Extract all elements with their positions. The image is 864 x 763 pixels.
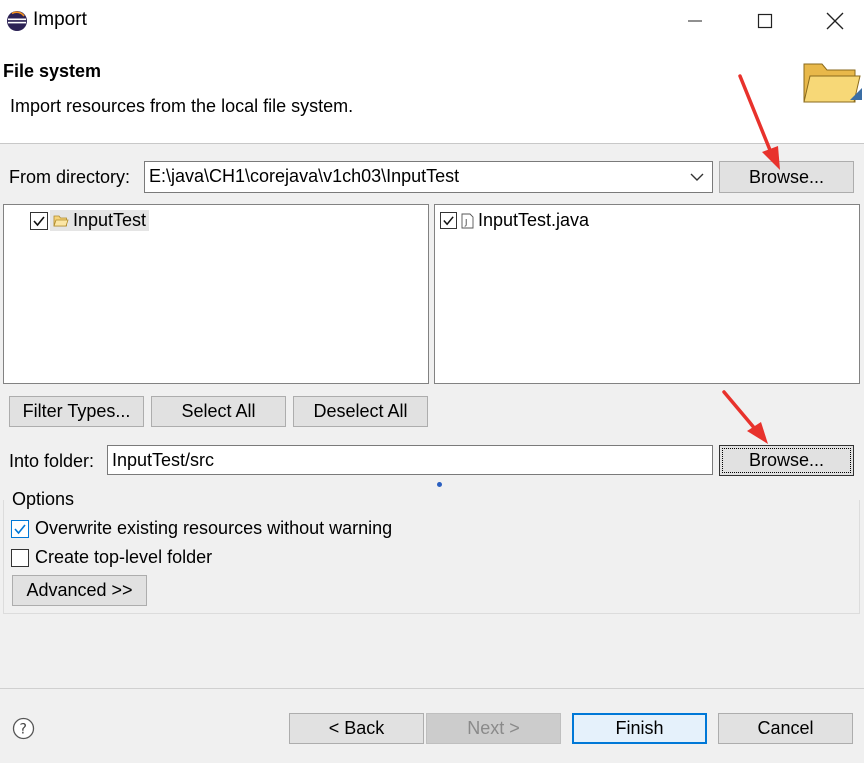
close-icon [826, 12, 844, 30]
folder-label: InputTest [73, 210, 147, 230]
maximize-button[interactable] [730, 0, 800, 42]
from-directory-combo[interactable]: E:\java\CH1\corejava\v1ch03\InputTest [144, 161, 713, 193]
filter-types-button[interactable]: Filter Types... [9, 396, 144, 427]
create-top-level-checkbox[interactable] [11, 548, 29, 567]
into-folder-label: Into folder: [9, 451, 95, 471]
into-folder-text[interactable] [108, 446, 712, 474]
checkmark-icon [443, 216, 454, 226]
folder-tree[interactable]: InputTest [3, 204, 429, 384]
from-directory-value: E:\java\CH1\corejava\v1ch03\InputTest [149, 166, 460, 186]
browse-source-button[interactable]: Browse... [719, 161, 854, 193]
browse-destination-button[interactable]: Browse... [719, 445, 854, 476]
into-folder-input[interactable] [107, 445, 713, 475]
file-label: InputTest.java [478, 210, 590, 230]
create-top-level-label: Create top-level folder [35, 547, 213, 567]
busy-indicator [437, 482, 442, 487]
options-title: Options [12, 489, 78, 510]
java-file-icon: J [461, 213, 474, 228]
close-button[interactable] [800, 0, 864, 42]
overwrite-option[interactable]: Overwrite existing resources without war… [11, 518, 392, 539]
from-directory-label: From directory: [9, 167, 131, 187]
minimize-button[interactable] [660, 0, 730, 42]
wizard-header: File system Import resources from the lo… [0, 42, 864, 144]
overwrite-label: Overwrite existing resources without war… [35, 518, 393, 538]
maximize-icon [757, 13, 773, 29]
select-all-button[interactable]: Select All [151, 396, 286, 427]
svg-text:J: J [464, 218, 467, 227]
deselect-all-button[interactable]: Deselect All [293, 396, 428, 427]
window-title: Import [33, 9, 87, 30]
checkmark-icon [14, 523, 26, 534]
annotation-arrow-destination [722, 390, 768, 444]
folder-icon [803, 63, 862, 103]
title-bar: Import [0, 0, 864, 42]
checkmark-icon [33, 215, 45, 226]
page-description: Import resources from the local file sys… [10, 96, 354, 116]
eclipse-icon [7, 11, 27, 31]
create-top-level-option[interactable]: Create top-level folder [11, 547, 212, 568]
svg-text:?: ? [20, 722, 27, 738]
file-list[interactable]: J InputTest.java [434, 204, 860, 384]
cancel-button[interactable]: Cancel [718, 713, 853, 744]
back-button[interactable]: < Back [289, 713, 424, 744]
file-checkbox[interactable] [440, 212, 457, 229]
next-button[interactable]: Next > [426, 713, 561, 744]
footer-divider [0, 688, 864, 689]
folder-checkbox[interactable] [30, 211, 48, 230]
file-list-item[interactable]: J InputTest.java [440, 210, 589, 231]
advanced-button[interactable]: Advanced >> [12, 575, 147, 606]
folder-tree-item[interactable]: InputTest [30, 210, 150, 231]
minimize-icon [688, 20, 702, 22]
open-folder-icon [53, 215, 69, 226]
overwrite-checkbox[interactable] [11, 519, 29, 538]
page-title: File system [3, 61, 102, 81]
finish-button[interactable]: Finish [572, 713, 707, 744]
chevron-down-icon[interactable] [688, 168, 706, 186]
help-icon[interactable]: ? [12, 717, 35, 740]
